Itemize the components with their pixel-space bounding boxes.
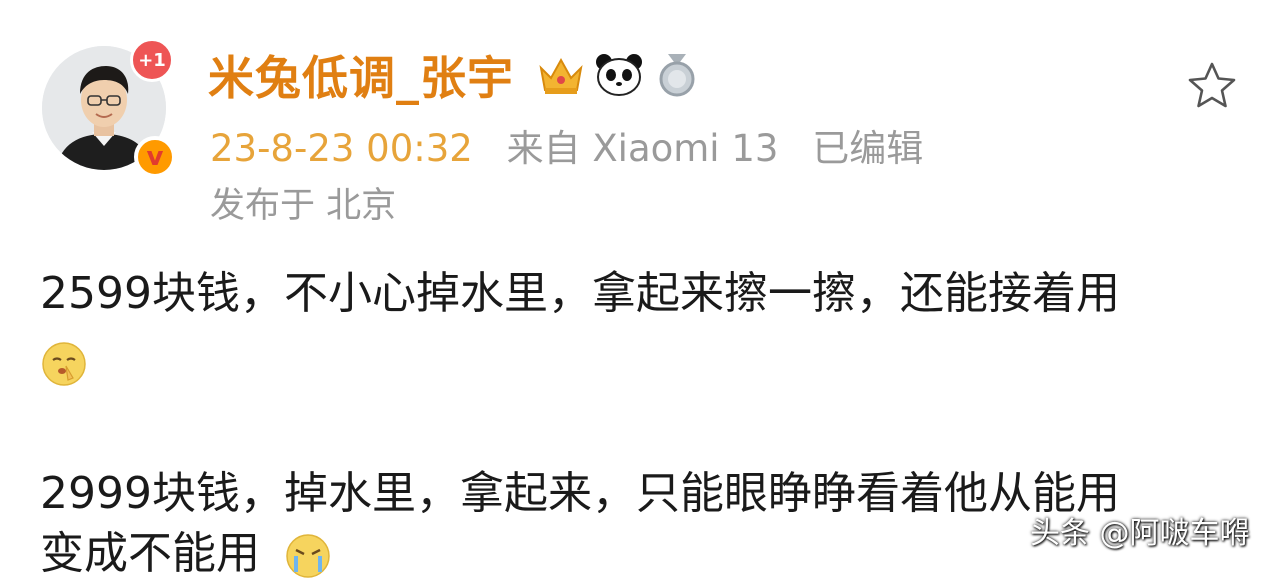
panda-icon [594,52,644,102]
edited-label[interactable]: 已编辑 [812,127,923,170]
author-name[interactable]: 米兔低调_张宇 [208,48,514,108]
star-icon [1188,62,1236,108]
post-content-line-3: 变成不能用 [40,528,260,579]
shush-emoji-icon [40,340,88,392]
crying-emoji-icon [284,532,332,584]
post-content-line-2: 2999块钱，掉水里，拿起来，只能眼睁睁看着他从能用 [40,468,1120,519]
post-location: 发布于 北京 [210,186,397,226]
verified-badge: v [134,136,176,178]
notification-badge: +1 [130,38,174,82]
post-content-line-1: 2599块钱，不小心掉水里，拿起来擦一擦，还能接着用 [40,268,1120,319]
post-source: 来自 Xiaomi 13 [506,127,779,170]
crown-icon [536,52,586,102]
medal-icon [654,52,700,102]
post-time[interactable]: 23-8-23 00:32 [210,127,473,170]
author-avatar-container[interactable]: +1 v [42,38,176,178]
source-watermark: 头条 @阿啵车嘚 [1030,516,1250,551]
post-meta: 23-8-23 00:32 来自 Xiaomi 13 已编辑 [210,125,945,173]
favorite-star-button[interactable] [1186,60,1238,112]
